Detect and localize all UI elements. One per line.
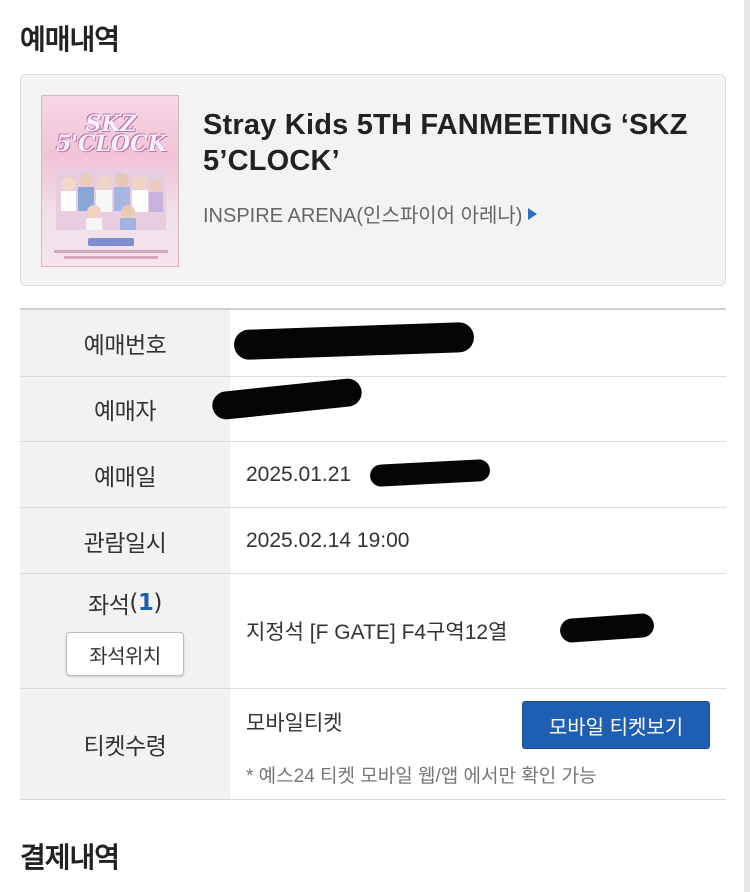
redaction-mark bbox=[369, 458, 491, 488]
ticket-receipt-value: 모바일티켓 bbox=[246, 712, 343, 735]
view-datetime-value-cell: 2025.02.14 19:00 bbox=[230, 508, 726, 573]
event-title: Stray Kids 5TH FANMEETING ‘SKZ 5’CLOCK’ bbox=[203, 109, 688, 177]
redaction-mark bbox=[233, 321, 475, 361]
booking-date-label: 예매일 bbox=[20, 442, 230, 507]
booking-section-title: 예매내역 bbox=[20, 23, 120, 56]
booking-date-value: 2025.01.21 bbox=[246, 462, 352, 486]
view-datetime-row: 관람일시 2025.02.14 19:00 bbox=[20, 508, 726, 574]
poster-fine-print bbox=[54, 250, 168, 253]
booker-label: 예매자 bbox=[20, 377, 230, 441]
scrollbar[interactable] bbox=[744, 0, 750, 892]
view-datetime-value: 2025.02.14 19:00 bbox=[246, 528, 410, 552]
booking-detail-page: 예매내역 SKZ 5'CLOCK Stray Kids 5TH FANMEETI… bbox=[0, 0, 750, 892]
booker-row: 예매자 bbox=[20, 377, 726, 442]
venue-link[interactable]: INSPIRE ARENA(인스파이어 아레나) bbox=[203, 199, 538, 228]
poster-logo: SKZ 5'CLOCK bbox=[56, 111, 167, 157]
mobile-ticket-button[interactable]: 모바일 티켓보기 bbox=[522, 701, 710, 749]
seat-count-open-paren: ( bbox=[129, 590, 138, 616]
poster-group-photo bbox=[56, 168, 166, 230]
booking-info-table: 예매번호 예매자 예매일 2025.01.21 관람일시 2025.02.14 … bbox=[20, 308, 726, 800]
payment-section-title: 결제내역 bbox=[20, 841, 120, 874]
view-datetime-label: 관람일시 bbox=[20, 508, 230, 573]
venue-name: INSPIRE ARENA(인스파이어 아레나) bbox=[203, 205, 523, 227]
ticket-note: * 예스24 티켓 모바일 웹/앱 에서만 확인 가능 bbox=[246, 766, 597, 787]
ticket-receipt-value-cell: 모바일티켓 모바일 티켓보기 * 예스24 티켓 모바일 웹/앱 에서만 확인 … bbox=[230, 689, 726, 799]
triangle-right-icon bbox=[528, 207, 538, 220]
event-card: SKZ 5'CLOCK Stray Kids 5TH FANMEETING ‘S… bbox=[20, 74, 726, 286]
booking-number-value bbox=[230, 310, 726, 376]
booking-date-value-cell: 2025.01.21 bbox=[230, 442, 726, 507]
event-poster[interactable]: SKZ 5'CLOCK bbox=[41, 95, 179, 267]
seat-value-cell: 지정석 [F GATE] F4구역12열 bbox=[230, 574, 726, 688]
redaction-mark bbox=[210, 377, 364, 421]
redaction-mark bbox=[559, 612, 655, 644]
seat-label-cell: 좌석 (1) 좌석위치 bbox=[20, 574, 230, 688]
booker-value bbox=[210, 377, 726, 441]
seat-count-close-paren: ) bbox=[153, 590, 162, 616]
ticket-receipt-row: 티켓수령 모바일티켓 모바일 티켓보기 * 예스24 티켓 모바일 웹/앱 에서… bbox=[20, 689, 726, 799]
seat-location-button[interactable]: 좌석위치 bbox=[66, 632, 184, 676]
seat-label-line: 좌석 (1) bbox=[88, 586, 162, 620]
booking-date-row: 예매일 2025.01.21 bbox=[20, 442, 726, 508]
seat-count: 1 bbox=[137, 590, 154, 616]
poster-fine-print bbox=[64, 256, 158, 259]
booking-number-label: 예매번호 bbox=[20, 310, 230, 376]
seat-row: 좌석 (1) 좌석위치 지정석 [F GATE] F4구역12열 bbox=[20, 574, 726, 689]
seat-value: 지정석 [F GATE] F4구역12열 bbox=[246, 621, 508, 644]
poster-banner bbox=[88, 238, 134, 246]
ticket-receipt-label: 티켓수령 bbox=[20, 689, 230, 799]
seat-label: 좌석 bbox=[88, 593, 130, 619]
booking-number-row: 예매번호 bbox=[20, 310, 726, 377]
